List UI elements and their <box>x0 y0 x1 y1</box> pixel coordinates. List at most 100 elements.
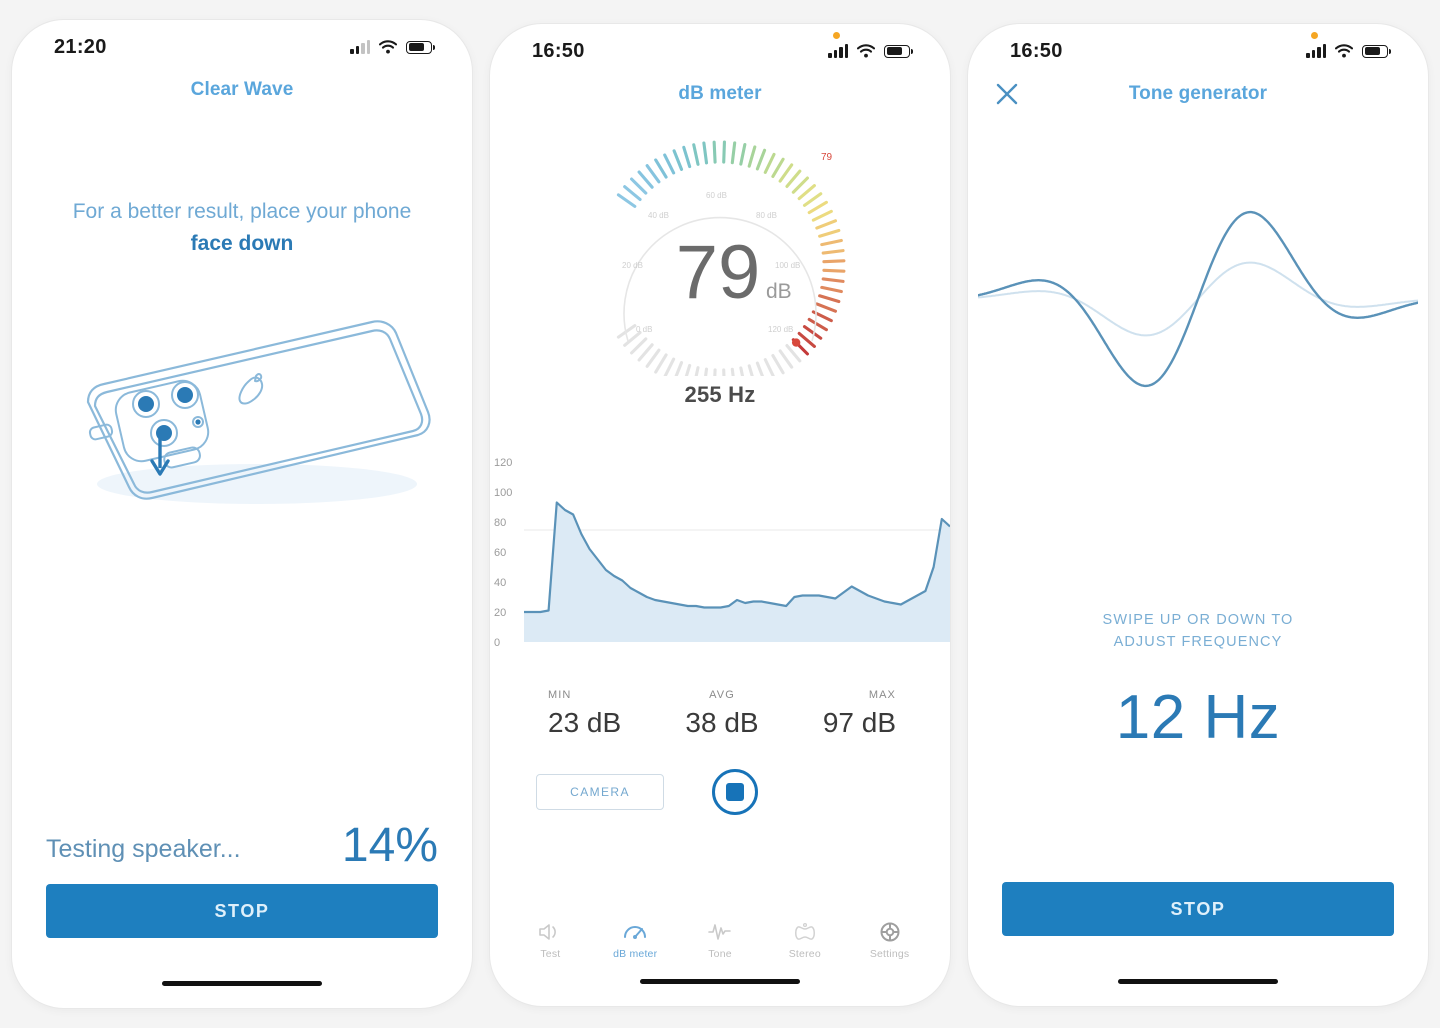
tab-bar: Test dB meter Tone Stereo Settings <box>490 921 950 960</box>
progress-label: Testing speaker... <box>46 835 241 863</box>
nav-bar: Tone generator <box>968 70 1428 118</box>
status-time: 16:50 <box>1010 39 1063 62</box>
gauge-label-0: 0 dB <box>636 325 652 334</box>
current-frequency: 255 Hz <box>684 382 756 407</box>
recording-indicator-dot <box>1311 32 1318 39</box>
battery-icon <box>1362 44 1391 58</box>
stat-avg: AVG 38 dB <box>664 689 780 739</box>
stats-row: MIN 23 dB AVG 38 dB MAX 97 dB <box>490 689 950 739</box>
status-time: 21:20 <box>54 35 107 58</box>
page-title: Clear Wave <box>190 79 294 100</box>
db-gauge: 0 dB 20 dB 40 dB 60 dB 80 dB 100 dB 120 … <box>490 126 950 376</box>
stop-square-icon <box>726 783 744 801</box>
stat-avg-value: 38 dB <box>685 707 759 738</box>
status-bar: 21:20 <box>12 20 472 66</box>
gauge-value: 79 <box>676 230 761 315</box>
progress-percent: 14% <box>341 819 438 872</box>
settings-gear-icon <box>880 922 900 942</box>
stat-avg-label: AVG <box>709 689 735 701</box>
gauge-label-40: 40 dB <box>648 211 669 220</box>
battery-icon <box>406 40 435 54</box>
gauge-needle-dot <box>791 338 801 347</box>
recording-indicator-dot <box>833 32 840 39</box>
stat-max-value: 97 dB <box>822 707 896 738</box>
wifi-icon <box>379 40 397 54</box>
phone-screen-db-meter: 16:50 dB meter 0 dB 20 dB 40 dB 60 dB 80… <box>490 24 950 1006</box>
status-icons <box>828 44 913 58</box>
chart-ytick-100: 100 <box>494 487 512 499</box>
tab-test[interactable]: Test <box>508 921 593 960</box>
swipe-hint: SWIPE UP OR DOWN TO ADJUST FREQUENCY <box>968 610 1428 654</box>
stat-min-label: MIN <box>548 689 572 701</box>
tab-stereo-label: Stereo <box>788 948 821 960</box>
phone-screen-tone-generator: 16:50 Tone generator SWIPE UP OR DOWN TO… <box>968 24 1428 1006</box>
chart-area-fill <box>524 502 950 642</box>
hint-line-2: face down <box>190 231 294 255</box>
stat-min: MIN 23 dB <box>526 689 664 739</box>
chart-ytick-20: 20 <box>494 607 506 619</box>
tab-test-label: Test <box>540 948 561 960</box>
page-title: Tone generator <box>1128 83 1268 104</box>
placement-hint: For a better result, place your phone fa… <box>12 196 472 260</box>
stat-max: MAX 97 dB <box>780 689 914 739</box>
phone-screen-clear-wave: 21:20 Clear Wave For a better result, pl… <box>12 20 472 1008</box>
stat-min-value: 23 dB <box>548 707 622 738</box>
close-x-icon[interactable] <box>994 81 1020 107</box>
camera-button[interactable]: CAMERA <box>536 774 664 810</box>
home-indicator <box>640 979 800 984</box>
gaussian-tone-waveform <box>968 174 1428 424</box>
tab-settings[interactable]: Settings <box>847 921 932 960</box>
battery-icon <box>884 44 913 58</box>
frequency-value[interactable]: 12 Hz <box>968 682 1428 753</box>
stop-record-button[interactable] <box>712 769 758 815</box>
gauge-icon <box>624 926 647 939</box>
cellular-bars-icon <box>1306 44 1326 58</box>
db-history-chart: 0 20 40 60 80 100 120 <box>490 452 950 669</box>
tab-stereo[interactable]: Stereo <box>762 921 847 960</box>
nav-bar: Clear Wave <box>12 66 472 114</box>
controls-row: CAMERA <box>490 769 950 815</box>
progress-row: Testing speaker... 14% <box>46 822 438 870</box>
tab-db-meter-label: dB meter <box>613 948 658 960</box>
stop-button[interactable]: STOP <box>46 884 438 938</box>
gauge-label-20: 20 dB <box>622 261 643 270</box>
home-indicator <box>1118 979 1278 984</box>
status-bar: 16:50 <box>490 24 950 70</box>
tab-tone[interactable]: Tone <box>678 921 763 960</box>
gauge-unit: dB <box>766 280 792 303</box>
stereo-icon <box>794 922 815 940</box>
gauge-label-60: 60 dB <box>706 191 727 200</box>
page-title: dB meter <box>678 83 762 104</box>
chart-ytick-80: 80 <box>494 517 506 529</box>
phone-face-down-illustration <box>12 316 472 526</box>
cellular-bars-icon <box>350 40 370 54</box>
gauge-label-100: 100 dB <box>775 261 800 270</box>
chart-ytick-40: 40 <box>494 577 506 589</box>
tab-settings-label: Settings <box>869 948 910 960</box>
status-icons <box>1306 44 1391 58</box>
tone-wave-icon <box>708 924 731 940</box>
stat-max-label: MAX <box>868 689 896 701</box>
tab-tone-label: Tone <box>708 948 732 960</box>
chart-ytick-120: 120 <box>494 457 512 469</box>
home-indicator <box>162 981 322 986</box>
wifi-icon <box>1335 44 1353 58</box>
wifi-icon <box>857 44 875 58</box>
cellular-bars-icon <box>828 44 848 58</box>
status-bar: 16:50 <box>968 24 1428 70</box>
swipe-hint-line-2: ADJUST FREQUENCY <box>1113 633 1283 650</box>
status-time: 16:50 <box>532 39 585 62</box>
gauge-label-120: 120 dB <box>768 325 793 334</box>
status-icons <box>350 40 435 54</box>
gauge-label-80: 80 dB <box>756 211 777 220</box>
chart-ytick-60: 60 <box>494 547 506 559</box>
nav-bar: dB meter <box>490 70 950 118</box>
gauge-needle-label: 79 <box>821 152 833 163</box>
chart-ytick-0: 0 <box>494 637 500 649</box>
swipe-hint-line-1: SWIPE UP OR DOWN TO <box>1102 612 1294 628</box>
hint-line-1: For a better result, place your phone <box>72 200 412 223</box>
stop-button[interactable]: STOP <box>1002 882 1394 936</box>
tab-db-meter[interactable]: dB meter <box>593 921 678 960</box>
app-screenshots-stage: 21:20 Clear Wave For a better result, pl… <box>0 0 1440 1028</box>
speaker-test-icon <box>539 924 557 940</box>
